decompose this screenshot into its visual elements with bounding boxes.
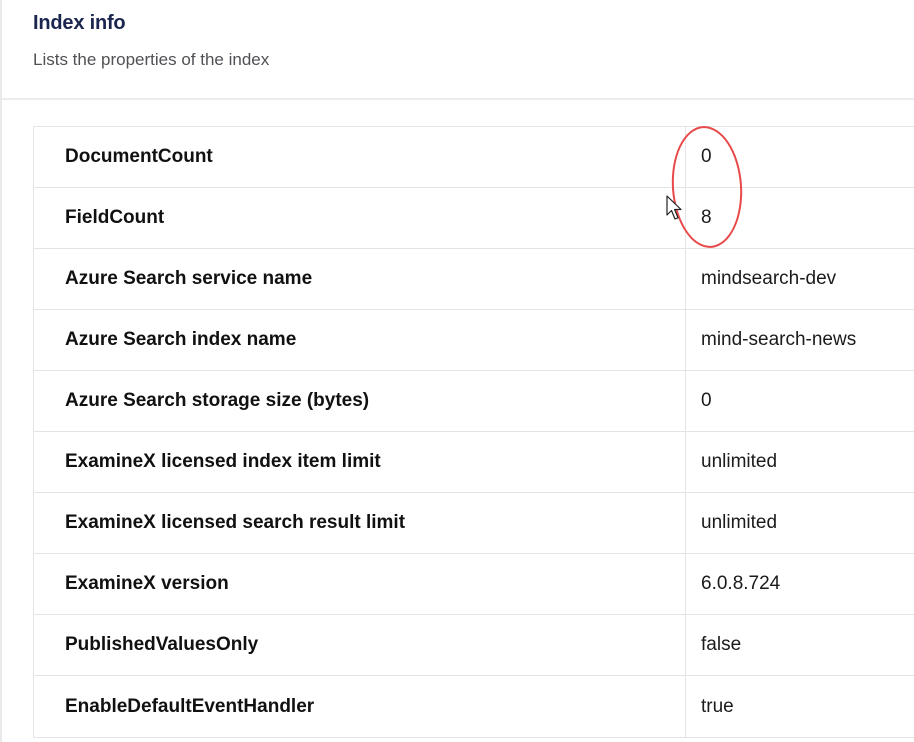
property-value: 0 (701, 146, 712, 167)
property-value: 0 (701, 390, 712, 411)
property-name: ExamineX licensed search result limit (34, 493, 686, 553)
property-value: unlimited (701, 451, 778, 472)
table-row: PublishedValuesOnly false (34, 615, 914, 676)
property-name: EnableDefaultEventHandler (34, 676, 686, 737)
index-info-panel: Index info Lists the properties of the i… (0, 0, 914, 742)
panel-subtitle: Lists the properties of the index (33, 50, 270, 69)
property-value: 8 (701, 207, 712, 228)
table-row: Azure Search service name mindsearch-dev (34, 249, 914, 310)
panel-title: Index info (33, 12, 126, 34)
property-name: ExamineX version (34, 554, 686, 614)
table-row: Azure Search storage size (bytes) 0 (34, 371, 914, 432)
property-name: Azure Search service name (34, 249, 686, 309)
panel-header: Index info Lists the properties of the i… (2, 0, 914, 100)
index-properties-table: DocumentCount 0 FieldCount 8 Azure Searc… (33, 126, 914, 738)
table-row: ExamineX version 6.0.8.724 (34, 554, 914, 615)
table-row: ExamineX licensed search result limit un… (34, 493, 914, 554)
property-value: 6.0.8.724 (701, 573, 781, 594)
property-value: unlimited (701, 512, 778, 533)
property-name: Azure Search index name (34, 310, 686, 370)
property-name: FieldCount (34, 188, 686, 248)
property-value: false (701, 634, 742, 655)
property-name: PublishedValuesOnly (34, 615, 686, 675)
property-value: true (701, 695, 734, 717)
property-name: DocumentCount (34, 127, 686, 187)
property-value: mindsearch-dev (701, 268, 837, 289)
table-row: DocumentCount 0 (34, 127, 914, 188)
property-name: Azure Search storage size (bytes) (34, 371, 686, 431)
property-value: mind-search-news (701, 329, 857, 350)
table-row: EnableDefaultEventHandler true (34, 676, 914, 737)
table-row: Azure Search index name mind-search-news (34, 310, 914, 371)
table-row: FieldCount 8 (34, 188, 914, 249)
table-row: ExamineX licensed index item limit unlim… (34, 432, 914, 493)
property-name: ExamineX licensed index item limit (34, 432, 686, 492)
mouse-pointer-icon (666, 195, 682, 220)
